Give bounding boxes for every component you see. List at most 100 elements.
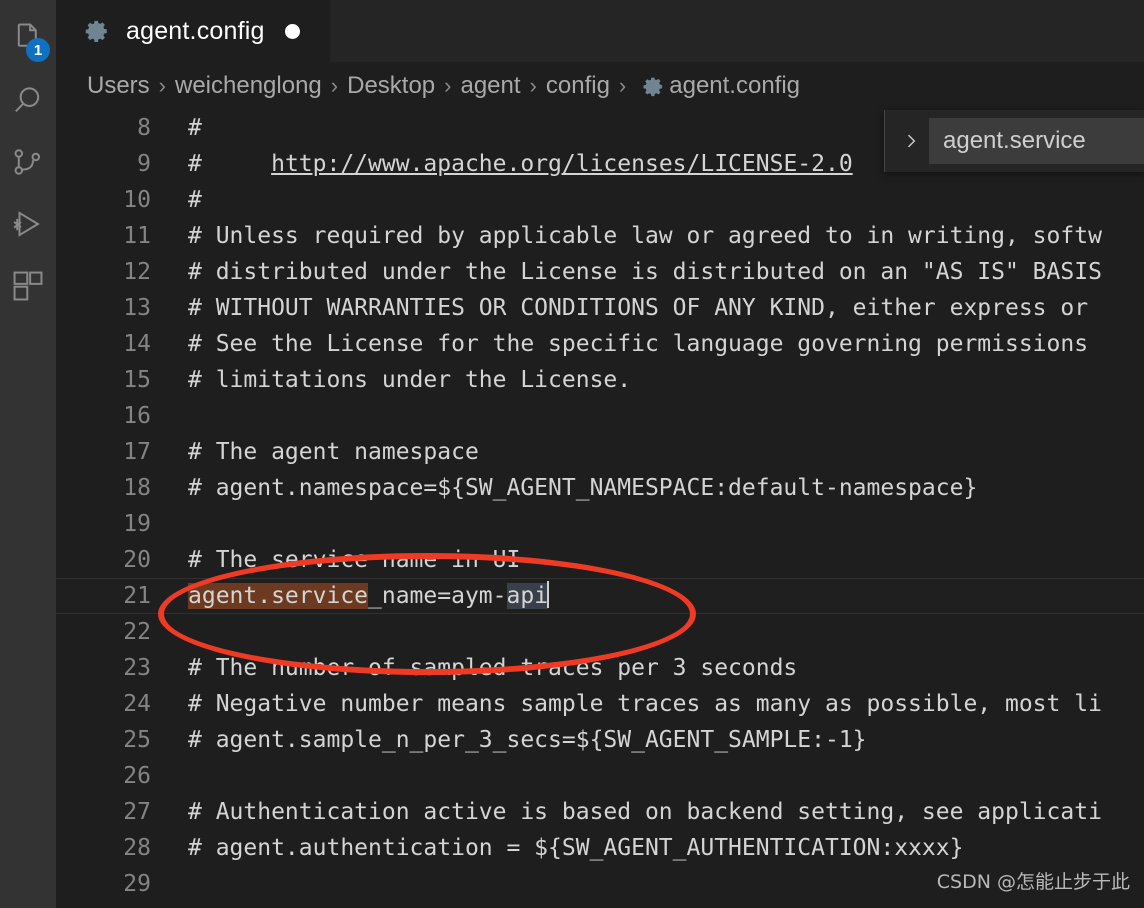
chevron-right-icon bbox=[901, 118, 921, 164]
gear-icon bbox=[84, 18, 110, 44]
code-span: # agent.namespace=${SW_AGENT_NAMESPACE:d… bbox=[188, 475, 978, 501]
code-line[interactable]: 19 bbox=[56, 506, 1144, 542]
code-text: # distributed under the License is distr… bbox=[188, 254, 1102, 290]
code-line[interactable]: 24 # Negative number means sample traces … bbox=[56, 686, 1144, 722]
code-text: # Negative number means sample traces as… bbox=[188, 686, 1102, 722]
breadcrumb-dropdown[interactable]: agent.service bbox=[884, 110, 1144, 172]
code-line[interactable]: 17 # The agent namespace bbox=[56, 434, 1144, 470]
breadcrumb-dropdown-item-agent-service[interactable]: agent.service bbox=[929, 118, 1144, 164]
code-text: # http://www.apache.org/licenses/LICENSE… bbox=[188, 146, 853, 182]
code-line[interactable]: 22 bbox=[56, 614, 1144, 650]
code-line[interactable]: 25 # agent.sample_n_per_3_secs=${SW_AGENT… bbox=[56, 722, 1144, 758]
code-span: # The agent namespace bbox=[188, 439, 479, 465]
code-line[interactable]: 12 # distributed under the License is dis… bbox=[56, 254, 1144, 290]
line-number: 16 bbox=[123, 403, 151, 429]
breadcrumb-separator: › bbox=[158, 73, 166, 98]
tab-label: agent.config bbox=[126, 16, 265, 45]
code-line[interactable]: 16 bbox=[56, 398, 1144, 434]
line-number: 26 bbox=[123, 763, 151, 789]
line-number: 23 bbox=[123, 655, 151, 681]
code-span: # distributed under the License is distr… bbox=[188, 259, 1102, 285]
line-number: 9 bbox=[137, 151, 151, 177]
tab-dirty-indicator[interactable] bbox=[284, 23, 300, 39]
code-span: # agent.sample_n_per_3_secs=${SW_AGENT_S… bbox=[188, 727, 867, 753]
breadcrumb-item-agent[interactable]: agent bbox=[460, 72, 520, 100]
line-number: 27 bbox=[123, 799, 151, 825]
line-number: 11 bbox=[123, 223, 151, 249]
sidebar-item-run-and-debug[interactable] bbox=[0, 196, 56, 252]
code-line[interactable]: 21 agent.service_name=aym-api bbox=[56, 578, 1144, 614]
breadcrumb-item-agent-config[interactable]: agent.config bbox=[669, 72, 800, 100]
line-number: 13 bbox=[123, 295, 151, 321]
breadcrumb-item-users[interactable]: Users bbox=[87, 72, 150, 100]
code-link[interactable]: http://www.apache.org/licenses/LICENSE-2… bbox=[271, 151, 853, 177]
tab-bar: agent.config bbox=[56, 0, 1144, 62]
line-number: 14 bbox=[123, 331, 151, 357]
code-text: # The agent namespace bbox=[188, 434, 479, 470]
code-span: # bbox=[188, 115, 202, 141]
code-line[interactable]: 28 # agent.authentication = ${SW_AGENT_AU… bbox=[56, 830, 1144, 866]
sidebar-item-explorer[interactable]: 1 bbox=[0, 10, 56, 66]
gear-icon bbox=[642, 75, 665, 98]
code-span: # WITHOUT WARRANTIES OR CONDITIONS OF AN… bbox=[188, 295, 1089, 321]
breadcrumb: Users › weichenglong › Desktop › agent ›… bbox=[56, 62, 1144, 110]
tab-agent-config[interactable]: agent.config bbox=[56, 0, 330, 62]
code-span: # The service name in UI bbox=[188, 547, 521, 573]
code-text: # agent.namespace=${SW_AGENT_NAMESPACE:d… bbox=[188, 470, 977, 506]
code-line[interactable]: 23 # The number of sampled traces per 3 s… bbox=[56, 650, 1144, 686]
code-text: # See the License for the specific langu… bbox=[188, 326, 1088, 362]
code-editor[interactable]: 8 #9 # http://www.apache.org/licenses/LICE… bbox=[56, 110, 1144, 908]
code-line[interactable]: 10 # bbox=[56, 182, 1144, 218]
code-line[interactable]: 20 # The service name in UI bbox=[56, 542, 1144, 578]
code-text: # limitations under the License. bbox=[188, 362, 631, 398]
sidebar-item-search[interactable] bbox=[0, 72, 56, 128]
selection-highlight: api bbox=[506, 583, 549, 609]
code-line[interactable]: 26 bbox=[56, 758, 1144, 794]
code-span: # Negative number means sample traces as… bbox=[188, 691, 1102, 717]
run-debug-icon bbox=[11, 207, 45, 241]
code-span: # bbox=[188, 151, 272, 177]
code-line[interactable]: 14 # See the License for the specific lan… bbox=[56, 326, 1144, 362]
breadcrumb-separator: › bbox=[330, 73, 339, 98]
breadcrumb-separator: › bbox=[444, 73, 452, 98]
watermark: CSDN @怎能止步于此 bbox=[936, 871, 1130, 893]
code-span: # bbox=[188, 187, 202, 213]
code-span: # Authentication active is based on back… bbox=[188, 799, 1102, 825]
code-line[interactable]: 11 # Unless required by applicable law or… bbox=[56, 218, 1144, 254]
line-number: 18 bbox=[123, 475, 151, 501]
extensions-icon bbox=[11, 269, 45, 303]
code-text: # Unless required by applicable law or a… bbox=[188, 218, 1102, 254]
code-text: # The service name in UI bbox=[188, 542, 520, 578]
code-span: # The number of sampled traces per 3 sec… bbox=[188, 655, 798, 681]
breadcrumb-separator: › bbox=[529, 73, 537, 98]
code-line[interactable]: 13 # WITHOUT WARRANTIES OR CONDITIONS OF … bbox=[56, 290, 1144, 326]
code-text: # agent.sample_n_per_3_secs=${SW_AGENT_S… bbox=[188, 722, 867, 758]
code-line[interactable]: 15 # limitations under the License. bbox=[56, 362, 1144, 398]
line-number: 28 bbox=[123, 835, 151, 861]
code-line[interactable]: 18 # agent.namespace=${SW_AGENT_NAMESPACE… bbox=[56, 470, 1144, 506]
line-number: 24 bbox=[123, 691, 151, 717]
code-span: # agent.authentication = ${SW_AGENT_AUTH… bbox=[188, 835, 964, 861]
source-control-icon bbox=[11, 145, 45, 179]
line-number: 17 bbox=[123, 439, 151, 465]
code-span: # Unless required by applicable law or a… bbox=[188, 223, 1102, 249]
code-text: # bbox=[188, 182, 202, 218]
code-span: # limitations under the License. bbox=[188, 367, 632, 393]
line-number: 29 bbox=[123, 871, 151, 897]
line-number: 25 bbox=[123, 727, 151, 753]
line-number: 21 bbox=[123, 583, 151, 609]
breadcrumb-item-config[interactable]: config bbox=[546, 72, 610, 100]
code-line[interactable]: 27 # Authentication active is based on ba… bbox=[56, 794, 1144, 830]
breadcrumb-separator: › bbox=[618, 73, 627, 98]
find-match-highlight: agent.service bbox=[188, 583, 369, 609]
code-span: # See the License for the specific langu… bbox=[188, 331, 1089, 357]
code-span: _name=aym- bbox=[368, 583, 507, 609]
breadcrumb-item-weichenglong[interactable]: weichenglong bbox=[175, 72, 322, 100]
line-number: 19 bbox=[123, 511, 151, 537]
sidebar-item-source-control[interactable] bbox=[0, 134, 56, 190]
breadcrumb-item-desktop[interactable]: Desktop bbox=[347, 72, 435, 100]
breadcrumb-dropdown-item-label: agent.service bbox=[943, 127, 1086, 154]
activity-bar: 1 bbox=[0, 0, 56, 908]
text-cursor bbox=[547, 581, 550, 608]
sidebar-item-extensions[interactable] bbox=[0, 258, 56, 314]
